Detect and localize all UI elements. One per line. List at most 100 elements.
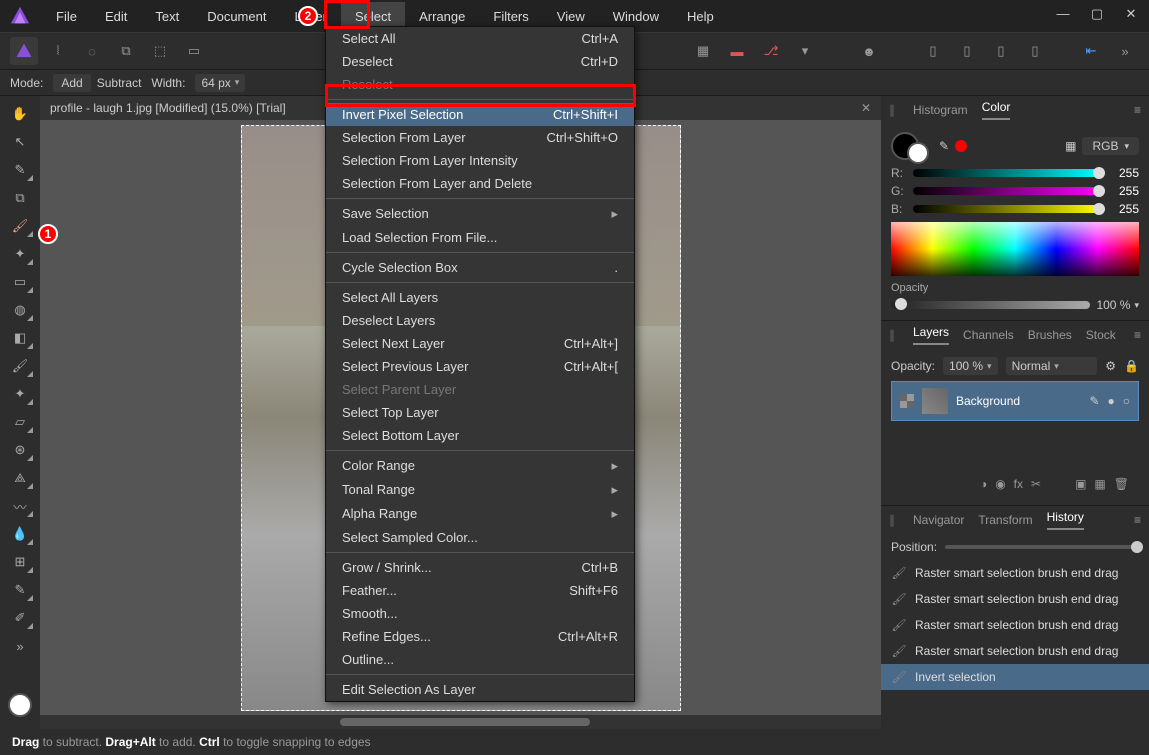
layer-row[interactable]: Background ✎●○	[891, 381, 1139, 421]
inpaint-tool-icon[interactable]: ⟁	[6, 466, 34, 490]
opacity-slider[interactable]	[891, 301, 1090, 309]
trash-icon[interactable]: 🗑	[1114, 477, 1129, 491]
selection-brush-tool-icon[interactable]: 🖌	[6, 214, 34, 238]
spray-tool-icon[interactable]: ✦	[6, 382, 34, 406]
brush-tool-icon[interactable]: 🖌	[6, 354, 34, 378]
erase-tool-icon[interactable]: ▱	[6, 410, 34, 434]
chevron-down-icon[interactable]: ▾	[1134, 300, 1139, 311]
layer-visibility-toggle[interactable]	[900, 394, 914, 408]
persona-photo-icon[interactable]	[10, 37, 38, 65]
tab-layers[interactable]: Layers	[913, 325, 949, 345]
add-layer-icon[interactable]: ▣	[1075, 477, 1086, 491]
foreground-color[interactable]	[8, 693, 32, 717]
history-item[interactable]: 🖌Invert selection	[881, 664, 1149, 690]
persona-panorama-icon[interactable]: ▭	[180, 37, 208, 65]
persona-liquify-icon[interactable]: ⦚	[44, 37, 72, 65]
primary-color-well[interactable]	[891, 132, 919, 160]
dodge-tool-icon[interactable]: 〰	[6, 494, 34, 518]
menu-item[interactable]: Save Selection▸	[326, 202, 634, 226]
minimize-button[interactable]: —	[1053, 6, 1073, 22]
menu-item[interactable]: Select Previous LayerCtrl+Alt+[	[326, 355, 634, 378]
persona-develop-icon[interactable]: ◌	[78, 37, 106, 65]
mode-subtract-button[interactable]: Subtract	[97, 76, 142, 90]
history-item[interactable]: 🖌Raster smart selection brush end drag	[881, 638, 1149, 664]
menu-item[interactable]: Select Bottom Layer	[326, 424, 634, 447]
magic-wand-tool-icon[interactable]: ✦	[6, 242, 34, 266]
width-select[interactable]: 64 px	[195, 74, 245, 92]
swatch-dot[interactable]	[955, 140, 967, 152]
mesh-tool-icon[interactable]: ⊞	[6, 550, 34, 574]
panel-menu-icon[interactable]: ≡	[1134, 513, 1141, 527]
brush-mini-icon[interactable]: ✎	[1089, 394, 1099, 408]
color-field[interactable]	[891, 222, 1139, 276]
snapping-icon[interactable]: ⎇	[757, 37, 785, 65]
group-icon[interactable]: ▦	[1094, 477, 1105, 491]
tab-histogram[interactable]: Histogram	[913, 103, 968, 117]
color-picker-tool-icon[interactable]: ✎	[6, 158, 34, 182]
menu-text[interactable]: Text	[141, 2, 193, 31]
menu-item[interactable]: DeselectCtrl+D	[326, 50, 634, 73]
tab-color[interactable]: Color	[982, 100, 1011, 120]
align-group-3-icon[interactable]: ▯	[987, 37, 1015, 65]
menu-item[interactable]: Selection From Layer and Delete	[326, 172, 634, 195]
clone-tool-icon[interactable]: ⊛	[6, 438, 34, 462]
persona-export-icon[interactable]: ⬚	[146, 37, 174, 65]
maximize-button[interactable]: ▢	[1087, 6, 1107, 22]
menu-item[interactable]: Cycle Selection Box.	[326, 256, 634, 279]
color-model-select[interactable]: RGB	[1082, 137, 1139, 155]
menu-item[interactable]: Refine Edges...Ctrl+Alt+R	[326, 625, 634, 648]
align-group-4-icon[interactable]: ▯	[1021, 37, 1049, 65]
menu-item[interactable]: Color Range▸	[326, 454, 634, 478]
menu-item[interactable]: Alpha Range▸	[326, 502, 634, 526]
tab-channels[interactable]: Channels	[963, 328, 1014, 342]
snapping-chevron-icon[interactable]: ▾	[791, 37, 819, 65]
tab-close-icon[interactable]: ✕	[861, 101, 871, 115]
menu-item[interactable]: Outline...	[326, 648, 634, 671]
gear-icon[interactable]: ⚙	[1105, 359, 1116, 373]
history-item[interactable]: 🖌Raster smart selection brush end drag	[881, 560, 1149, 586]
menu-item[interactable]: Select All Layers	[326, 286, 634, 309]
menu-item[interactable]: Select AllCtrl+A	[326, 27, 634, 50]
align-group-1-icon[interactable]: ▯	[919, 37, 947, 65]
history-item[interactable]: 🖌Raster smart selection brush end drag	[881, 586, 1149, 612]
tab-brushes[interactable]: Brushes	[1028, 328, 1072, 342]
marquee-tool-icon[interactable]: ▭	[6, 270, 34, 294]
menu-item[interactable]: Grow / Shrink...Ctrl+B	[326, 556, 634, 579]
channel-slider[interactable]	[913, 205, 1101, 213]
move-tool-icon[interactable]: ↖	[6, 130, 34, 154]
menu-item[interactable]: Deselect Layers	[326, 309, 634, 332]
menu-item[interactable]: Selection From LayerCtrl+Shift+O	[326, 126, 634, 149]
mask-icon[interactable]: ◑	[980, 477, 987, 491]
menu-item[interactable]: Selection From Layer Intensity	[326, 149, 634, 172]
menu-document[interactable]: Document	[193, 2, 280, 31]
menu-item[interactable]: Feather...Shift+F6	[326, 579, 634, 602]
history-item[interactable]: 🖌Raster smart selection brush end drag	[881, 612, 1149, 638]
eyedropper-tool-icon[interactable]: ✐	[6, 606, 34, 630]
menu-item[interactable]: Load Selection From File...	[326, 226, 634, 249]
toolbar-more-icon[interactable]: »	[1111, 37, 1139, 65]
swatch-icon[interactable]: ▬	[723, 37, 751, 65]
document-tab[interactable]: profile - laugh 1.jpg [Modified] (15.0%)…	[50, 101, 286, 115]
lock-icon[interactable]: 🔒	[1124, 359, 1139, 373]
close-button[interactable]: ✕	[1121, 6, 1141, 22]
horizontal-scrollbar[interactable]	[40, 715, 881, 729]
blend-mode-select[interactable]: Normal	[1006, 357, 1098, 375]
panel-menu-icon[interactable]: ≡	[1134, 328, 1141, 342]
mode-add-button[interactable]: Add	[53, 74, 90, 92]
adjust-icon[interactable]: ◉	[995, 477, 1005, 491]
menu-item[interactable]: Tonal Range▸	[326, 478, 634, 502]
dot2-icon[interactable]: ○	[1123, 394, 1130, 408]
menu-item[interactable]: Invert Pixel SelectionCtrl+Shift+I	[326, 103, 634, 126]
assistant-icon[interactable]: ☻	[855, 37, 883, 65]
blur-tool-icon[interactable]: 💧	[6, 522, 34, 546]
grid-icon[interactable]: ▦	[689, 37, 717, 65]
retouch-tool-icon[interactable]: ✎	[6, 578, 34, 602]
gradient-tool-icon[interactable]: ◧	[6, 326, 34, 350]
flood-tool-icon[interactable]: ◍	[6, 298, 34, 322]
hand-tool-icon[interactable]: ✋	[6, 102, 34, 126]
fx-icon[interactable]: fx	[1014, 477, 1023, 491]
crop-mini-icon[interactable]: ✂	[1031, 477, 1041, 491]
dot-icon[interactable]: ●	[1108, 394, 1115, 408]
menu-edit[interactable]: Edit	[91, 2, 141, 31]
tab-navigator[interactable]: Navigator	[913, 513, 964, 527]
